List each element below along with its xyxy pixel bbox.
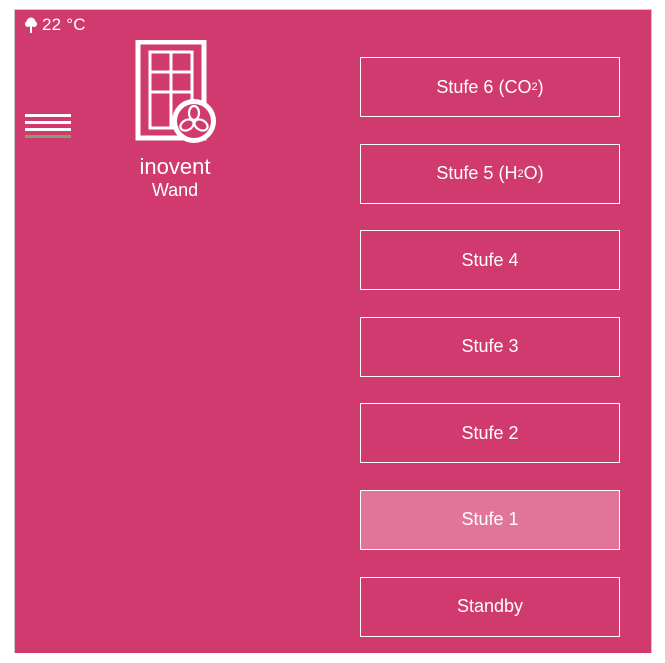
tree-icon [25,17,37,33]
app-panel: 22 °C inovent Wand Stufe 6 (CO 2) Stufe… [14,9,652,653]
device-name: inovent [139,154,211,179]
hamburger-menu-icon[interactable] [25,110,71,140]
level-2-button[interactable]: Stufe 2 [360,403,620,464]
fan-level-list: Stufe 6 (CO 2) Stufe 5 (H 2 O) Stufe 4 Stuf… [360,57,620,663]
level-1-button[interactable]: Stufe 1 [360,489,620,550]
device-info: inovent Wand [110,40,240,201]
level-4-button[interactable]: Stufe 4 [360,230,620,291]
window-fan-icon [135,40,216,143]
device-location: Wand [151,180,199,200]
temperature-value: 22 °C [42,15,86,34]
level-5-button[interactable]: Stufe 5 (H 2 O) [360,143,620,204]
standby-button[interactable]: Standby [360,576,620,637]
level-6-button[interactable]: Stufe 6 (CO 2) [360,57,620,117]
level-3-button[interactable]: Stufe 3 [360,316,620,377]
temperature-readout: 22 °C [25,15,86,35]
